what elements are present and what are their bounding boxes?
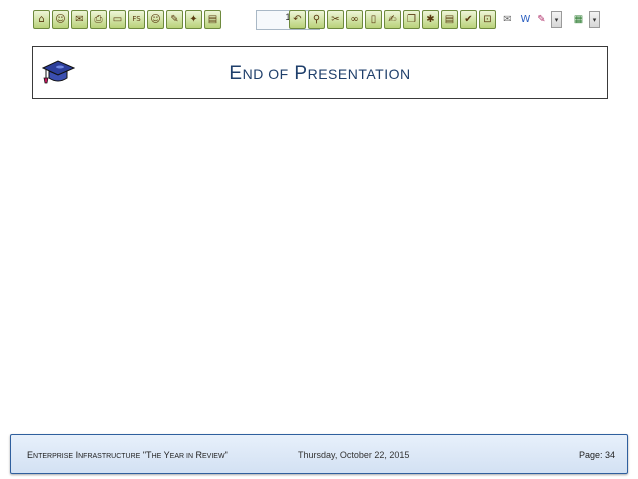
tools-icon[interactable]: ✂	[327, 10, 344, 29]
fullscreen-icon[interactable]: FS	[128, 10, 145, 29]
link-icon[interactable]: ∞	[346, 10, 363, 29]
thumbs-up-icon[interactable]: ✦	[185, 10, 202, 29]
page-title: END OF PRESENTATION	[33, 63, 607, 85]
dropdown-chevron-icon[interactable]: ▾	[551, 11, 562, 28]
toolbar: 1 ⌂ ☺ ✉ ⎙ ▭ FS ☺ ✎ ✦ ▤ ↶ ⚲ ✂ ∞ ▯ ✍ ❐ ✱ ▤ ✔ ⊡ ✉ W ✎ ▦ ▾ ▾	[33, 10, 603, 32]
word-icon[interactable]: W	[518, 11, 533, 29]
checkmark-icon[interactable]: ✔	[460, 10, 477, 29]
title-initial-2: P	[294, 63, 308, 84]
excel-icon[interactable]: ▦	[571, 11, 586, 29]
footer-date: Thursday, October 22, 2015	[298, 450, 410, 460]
ft-r4: EAR IN	[169, 453, 193, 460]
dropdown-chevron-icon[interactable]: ▾	[589, 11, 600, 28]
open-folder-icon[interactable]: ▭	[109, 10, 126, 29]
ft-r1: NTERPRISE	[33, 453, 74, 460]
ft-q2: "	[224, 450, 228, 460]
smiley-icon[interactable]: ☺	[147, 10, 164, 29]
ft-r2: NFRASTRUCTURE	[78, 453, 141, 460]
binoculars-icon[interactable]: ⚲	[308, 10, 325, 29]
undo-icon[interactable]: ↶	[289, 10, 306, 29]
ft-q1: "T	[142, 450, 152, 460]
pin-icon[interactable]: ✱	[422, 10, 439, 29]
edit-page-icon[interactable]: ✍	[384, 10, 401, 29]
footer-bar: ENTERPRISE INFRASTRUCTURE "THE YEAR IN R…	[10, 434, 628, 474]
mail-icon[interactable]: ✉	[500, 11, 515, 29]
home-icon[interactable]: ⌂	[33, 10, 50, 29]
page-icon[interactable]: ▯	[365, 10, 382, 29]
attachment-icon[interactable]: ✎	[534, 11, 549, 29]
title-rest-2: RESENTATION	[307, 66, 411, 82]
print-icon[interactable]: ⎙	[90, 10, 107, 29]
ft-r5: EVIEW	[202, 453, 225, 460]
pen-icon[interactable]: ✎	[166, 10, 183, 29]
document-icon[interactable]: ▤	[204, 10, 221, 29]
footer-page-number: Page: 34	[578, 450, 615, 460]
note-icon[interactable]: ▤	[441, 10, 458, 29]
ft-r3: HE	[151, 453, 162, 460]
title-rest-1: ND OF	[242, 66, 289, 82]
lock-icon[interactable]: ⊡	[479, 10, 496, 29]
back-icon[interactable]: ☺	[52, 10, 69, 29]
title-initial-1: E	[229, 63, 243, 84]
title-box: END OF PRESENTATION	[32, 46, 608, 99]
copy-icon[interactable]: ❐	[403, 10, 420, 29]
footer-presentation-title: ENTERPRISE INFRASTRUCTURE "THE YEAR IN R…	[27, 450, 228, 460]
forward-icon[interactable]: ✉	[71, 10, 88, 29]
